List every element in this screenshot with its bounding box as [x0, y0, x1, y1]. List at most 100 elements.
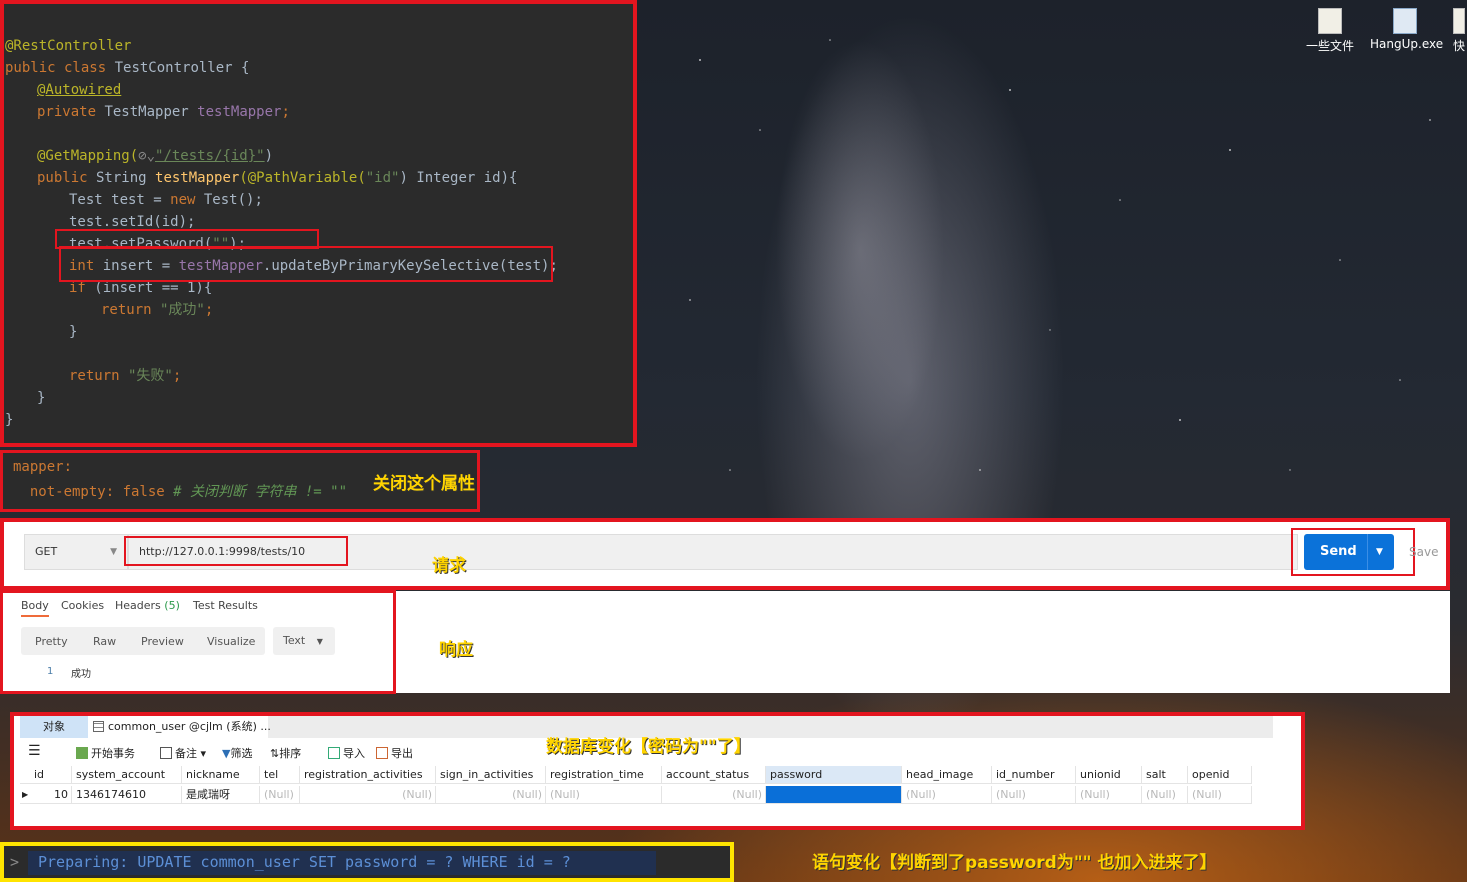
- sql-console: > Preparing: UPDATE common_user SET pass…: [0, 842, 734, 882]
- cell-account-status[interactable]: (Null): [662, 786, 766, 804]
- cell-openid[interactable]: (Null): [1188, 786, 1252, 804]
- view-mode-bar: Pretty Raw Preview Visualize: [21, 627, 265, 655]
- annotation-close-property: 关闭这个属性: [373, 474, 475, 494]
- column-header-registration-time[interactable]: registration_time: [546, 766, 662, 784]
- cell-salt[interactable]: (Null): [1142, 786, 1188, 804]
- tab-objects[interactable]: 对象: [20, 716, 88, 738]
- response-body-text: 成功: [71, 669, 91, 680]
- column-header-system-account[interactable]: system_account: [72, 766, 182, 784]
- cell-unionid[interactable]: (Null): [1076, 786, 1142, 804]
- code-line: @GetMapping(⊘⌄"/tests/{id}"): [37, 148, 274, 164]
- code-line: private TestMapper testMapper;: [37, 104, 290, 120]
- code-line: public class TestController {: [5, 60, 250, 76]
- import-button[interactable]: 导入: [328, 745, 365, 761]
- desktop-icon-shortcut[interactable]: 快: [1452, 8, 1466, 54]
- code-line: return "失败";: [69, 368, 182, 384]
- column-header-unionid[interactable]: unionid: [1076, 766, 1142, 784]
- sort-icon: ⇅: [270, 747, 280, 760]
- desktop-icon-label: 快: [1452, 39, 1465, 53]
- cell-system-account[interactable]: 1346174610: [72, 786, 182, 804]
- code-editor-panel: @RestController public class TestControl…: [0, 0, 637, 447]
- cell-tel[interactable]: (Null): [260, 786, 300, 804]
- code-line: }: [5, 412, 14, 428]
- desktop-icon-files[interactable]: 一些文件: [1295, 8, 1365, 54]
- highlight-url: [124, 536, 348, 566]
- import-icon: [328, 747, 340, 759]
- tab-body[interactable]: Body: [21, 599, 49, 617]
- sort-button[interactable]: ⇅排序: [270, 745, 301, 761]
- response-area-background: [394, 591, 1450, 693]
- code-line: Test test = new Test();: [69, 192, 263, 208]
- cell-password-selected[interactable]: [766, 786, 902, 804]
- globe-icon: ⊘⌄: [138, 148, 156, 164]
- shortcut-icon: [1453, 8, 1465, 34]
- column-header-tel[interactable]: tel: [260, 766, 300, 784]
- cell-id-number[interactable]: (Null): [992, 786, 1076, 804]
- chevron-down-icon: ▼: [316, 637, 323, 646]
- cell-registration-time[interactable]: (Null): [546, 786, 662, 804]
- cell-nickname[interactable]: 是咸瑞呀: [182, 786, 260, 804]
- annotation-request: 请求: [432, 556, 466, 576]
- highlight-send: [1291, 528, 1415, 576]
- code-line: }: [37, 390, 46, 406]
- cell-id[interactable]: 10: [30, 786, 72, 804]
- view-raw[interactable]: Raw: [93, 635, 116, 648]
- annotation-response: 响应: [439, 640, 473, 660]
- console-prompt: >: [10, 853, 20, 871]
- exe-icon: [1393, 8, 1417, 34]
- document-icon: [1318, 8, 1342, 34]
- tab-table[interactable]: common_user @cjlm (系统) ...: [88, 716, 271, 738]
- sql-log-line: Preparing: UPDATE common_user SET passwo…: [38, 853, 571, 871]
- line-number: 1: [47, 666, 54, 677]
- note-button[interactable]: 备注 ▾: [160, 745, 206, 761]
- view-visualize[interactable]: Visualize: [207, 635, 255, 648]
- column-header-account-status[interactable]: account_status: [662, 766, 766, 784]
- export-icon: [376, 747, 388, 759]
- code-line: return "成功";: [101, 302, 214, 318]
- tab-cookies[interactable]: Cookies: [61, 599, 104, 612]
- desktop-icon-label: HangUp.exe: [1370, 37, 1444, 51]
- chevron-down-icon: ▼: [110, 547, 117, 557]
- column-header-id[interactable]: id: [30, 766, 72, 784]
- code-line: @Autowired: [37, 82, 122, 98]
- format-select[interactable]: Text ▼: [273, 627, 335, 655]
- desktop-icon-label: 一些文件: [1305, 39, 1354, 53]
- transaction-icon: [76, 747, 88, 759]
- export-button[interactable]: 导出: [376, 745, 413, 761]
- column-header-nickname[interactable]: nickname: [182, 766, 260, 784]
- tab-headers[interactable]: Headers (5): [115, 599, 180, 612]
- column-header-head-image[interactable]: head_image: [902, 766, 992, 784]
- yaml-line: mapper:: [13, 459, 73, 475]
- begin-transaction-button[interactable]: 开始事务: [76, 745, 135, 761]
- menu-icon[interactable]: ☰: [28, 743, 41, 759]
- method-select[interactable]: GET ▼: [24, 534, 128, 570]
- column-header-salt[interactable]: salt: [1142, 766, 1188, 784]
- column-header-sign-in-activities[interactable]: sign_in_activities: [436, 766, 546, 784]
- annotation-sql-change: 语句变化【判断到了password为"" 也加入进来了】: [812, 853, 1217, 873]
- table-icon: [93, 721, 104, 732]
- desktop-icon-hangup[interactable]: HangUp.exe: [1370, 8, 1444, 51]
- request-bar: GET ▼ http://127.0.0.1:9998/tests/10 Send…: [0, 518, 1450, 590]
- row-pointer-icon: ▶: [20, 786, 30, 804]
- database-grid-panel: 对象 common_user @cjlm (系统) ... ☰ 开始事务 备注 …: [10, 712, 1305, 830]
- view-preview[interactable]: Preview: [141, 635, 184, 648]
- cell-head-image[interactable]: (Null): [902, 786, 992, 804]
- cell-registration-activities[interactable]: (Null): [300, 786, 436, 804]
- filter-button[interactable]: ▼筛选: [222, 745, 252, 761]
- cell-sign-in-activities[interactable]: (Null): [436, 786, 546, 804]
- code-line: @RestController: [5, 38, 132, 54]
- code-line: public String testMapper(@PathVariable("…: [37, 170, 518, 186]
- tab-test-results[interactable]: Test Results: [193, 599, 258, 612]
- view-pretty[interactable]: Pretty: [35, 635, 68, 648]
- response-panel: Body Cookies Headers (5) Test Results Pr…: [0, 590, 396, 694]
- yaml-line: not-empty: false # 关闭判断 字符串 != "": [13, 484, 348, 500]
- highlight-update-call: [59, 246, 553, 282]
- column-header-openid[interactable]: openid: [1188, 766, 1252, 784]
- code-line: }: [69, 324, 78, 340]
- column-header-password[interactable]: password: [766, 766, 902, 784]
- save-button[interactable]: Save: [1409, 534, 1438, 570]
- annotation-db-change: 数据库变化【密码为""了】: [546, 737, 751, 757]
- column-header-registration-activities[interactable]: registration_activities: [300, 766, 436, 784]
- column-header-id-number[interactable]: id_number: [992, 766, 1076, 784]
- note-icon: [160, 747, 172, 759]
